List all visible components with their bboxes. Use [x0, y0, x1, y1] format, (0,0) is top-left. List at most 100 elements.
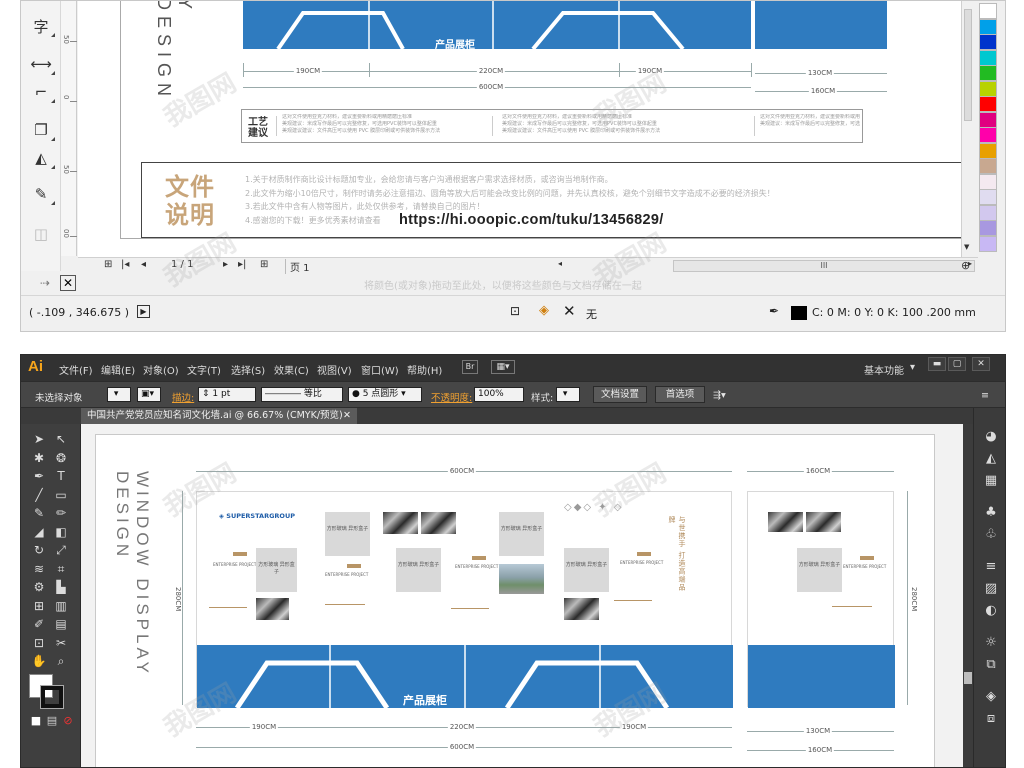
menu-window[interactable]: 窗口(W): [361, 362, 399, 377]
shape-builder-tool-icon[interactable]: ⚙: [29, 578, 49, 596]
free-transform-tool-icon[interactable]: ⌗: [51, 560, 71, 578]
direct-selection-tool-icon[interactable]: ↖: [51, 430, 71, 448]
illustrator-canvas[interactable]: WINDOW DISPLAY DESIGN 600CM 160CM 280CM …: [81, 424, 963, 767]
bridge-icon[interactable]: Br: [462, 360, 478, 374]
pick-tool-icon[interactable]: ⇢: [40, 276, 50, 290]
brushes-panel-icon[interactable]: ♣: [981, 504, 1001, 522]
magic-wand-tool-icon[interactable]: ✱: [29, 449, 49, 467]
document-tab[interactable]: 中国共产党党员应知名词文化墙.ai @ 66.67% (CMYK/预览) ✕: [81, 408, 357, 424]
pen-tool-icon[interactable]: ✒: [29, 467, 49, 485]
transparency-panel-icon[interactable]: ◐: [981, 602, 1001, 620]
menu-file[interactable]: 文件(F): [59, 362, 93, 377]
brush-select[interactable]: ● 5 点圆形 ▾: [348, 387, 422, 402]
vertical-scrollbar[interactable]: ▼: [961, 1, 973, 257]
shadow-tool-icon[interactable]: ❐: [27, 117, 55, 143]
rectangle-tool-icon[interactable]: ▭: [51, 486, 71, 504]
add-page-after-icon[interactable]: ⊞: [260, 259, 268, 270]
last-page-icon[interactable]: ▸|: [238, 259, 246, 270]
selection-tool-icon[interactable]: ➤: [29, 430, 49, 448]
eyedropper-tool-icon[interactable]: ✎: [27, 181, 55, 207]
first-page-icon[interactable]: |◂: [121, 259, 129, 270]
palette-swatch[interactable]: [979, 220, 997, 236]
lasso-tool-icon[interactable]: ❂: [51, 449, 71, 467]
hand-tool-icon[interactable]: ✋: [29, 652, 49, 670]
mesh-tool-icon[interactable]: ⊞: [29, 597, 49, 615]
fill-tool-icon[interactable]: ◫: [27, 221, 55, 247]
style-swatch[interactable]: ▾: [556, 387, 580, 402]
graph-tool-icon[interactable]: ▤: [51, 615, 71, 633]
paintbrush-tool-icon[interactable]: ✎: [29, 504, 49, 522]
transparency-tool-icon[interactable]: ◭: [27, 145, 55, 171]
gradient-tool-icon[interactable]: ▥: [51, 597, 71, 615]
object-properties-icon[interactable]: ⊡: [510, 304, 520, 318]
graphic-styles-icon[interactable]: ⧉: [981, 656, 1001, 674]
arrange-documents-icon[interactable]: ▦▾: [491, 360, 515, 374]
menu-effect[interactable]: 效果(C): [274, 362, 309, 377]
stroke-weight-input[interactable]: ⇕ 1 pt: [198, 387, 256, 402]
palette-swatch[interactable]: [979, 3, 997, 19]
zoom-tool-icon[interactable]: ⌕: [51, 652, 71, 670]
document-setup-button[interactable]: 文档设置: [593, 386, 647, 403]
opacity-input[interactable]: 100%: [474, 387, 524, 402]
page-tab[interactable]: 页 1: [285, 259, 350, 274]
eyedropper-tool-icon[interactable]: ✐: [29, 615, 49, 633]
pencil-tool-icon[interactable]: ✏: [51, 504, 71, 522]
swatches-panel-icon[interactable]: ▦: [981, 472, 1001, 490]
zoom-icon[interactable]: ⊕: [961, 259, 970, 272]
menu-type[interactable]: 文字(T): [187, 362, 221, 377]
text-tool-icon[interactable]: 字: [27, 13, 55, 39]
type-tool-icon[interactable]: T: [51, 467, 71, 485]
fill-swatch[interactable]: ▾: [107, 387, 131, 402]
preferences-button[interactable]: 首选项: [655, 386, 705, 403]
artboard-tool-icon[interactable]: ⊡: [29, 634, 49, 652]
maximize-button[interactable]: ▢: [948, 357, 966, 371]
gradient-panel-icon[interactable]: ▨: [981, 580, 1001, 598]
palette-swatch[interactable]: [979, 189, 997, 205]
menu-help[interactable]: 帮助(H): [407, 362, 442, 377]
palette-swatch[interactable]: [979, 49, 997, 66]
palette-swatch[interactable]: [979, 158, 997, 174]
drawing-canvas[interactable]: Y DESIGN 产品展柜 190CM 220CM 190CM 130CM 60…: [78, 1, 961, 257]
appearance-panel-icon[interactable]: ☼: [981, 634, 1001, 652]
symbols-panel-icon[interactable]: ♧: [981, 526, 1001, 544]
palette-swatch[interactable]: [979, 235, 997, 252]
eraser-tool-icon[interactable]: ◧: [51, 523, 71, 541]
palette-swatch[interactable]: [979, 111, 997, 128]
play-icon[interactable]: ▶: [137, 305, 150, 318]
palette-swatch[interactable]: [979, 18, 997, 35]
no-color-icon[interactable]: ✕: [60, 275, 76, 291]
fill-mode-icon[interactable]: ■: [29, 714, 43, 728]
opacity-label[interactable]: 不透明度:: [431, 390, 472, 404]
color-guide-icon[interactable]: ◭: [981, 450, 1001, 468]
stroke-swatch[interactable]: ▣▾: [137, 387, 161, 402]
warp-tool-icon[interactable]: ≋: [29, 560, 49, 578]
none-mode-icon[interactable]: ⊘: [61, 714, 75, 728]
menu-view[interactable]: 视图(V): [317, 362, 352, 377]
menu-object[interactable]: 对象(O): [143, 362, 179, 377]
palette-swatch[interactable]: [979, 127, 997, 143]
add-page-icon[interactable]: ⊞: [104, 259, 112, 270]
palette-swatch[interactable]: [979, 96, 997, 112]
minimize-button[interactable]: ▬: [928, 357, 946, 371]
rotate-tool-icon[interactable]: ↻: [29, 541, 49, 559]
horizontal-scrollbar[interactable]: III: [673, 260, 975, 272]
stroke-color-box[interactable]: [41, 686, 63, 708]
artboards-panel-icon[interactable]: ⧈: [981, 710, 1001, 728]
palette-swatch[interactable]: [979, 142, 997, 159]
palette-swatch[interactable]: [979, 173, 997, 190]
menu-edit[interactable]: 编辑(E): [101, 362, 135, 377]
menu-select[interactable]: 选择(S): [231, 362, 265, 377]
palette-swatch[interactable]: [979, 80, 997, 97]
close-button[interactable]: ✕: [972, 357, 990, 371]
gradient-mode-icon[interactable]: ▤: [45, 714, 59, 728]
next-page-icon[interactable]: ▸: [223, 259, 228, 270]
arrange-icon[interactable]: ⇶▾: [713, 390, 726, 401]
workspace-dropdown-icon[interactable]: ▾: [910, 362, 915, 373]
close-tab-icon[interactable]: ✕: [343, 408, 351, 424]
prev-page-icon[interactable]: ◂: [141, 259, 146, 270]
panel-menu-icon[interactable]: ≡: [981, 390, 989, 401]
stroke-profile-select[interactable]: ―――― 等比: [261, 387, 343, 402]
connector-tool-icon[interactable]: ⌐: [27, 79, 55, 105]
palette-swatch[interactable]: [979, 204, 997, 221]
slice-tool-icon[interactable]: ✂: [51, 634, 71, 652]
